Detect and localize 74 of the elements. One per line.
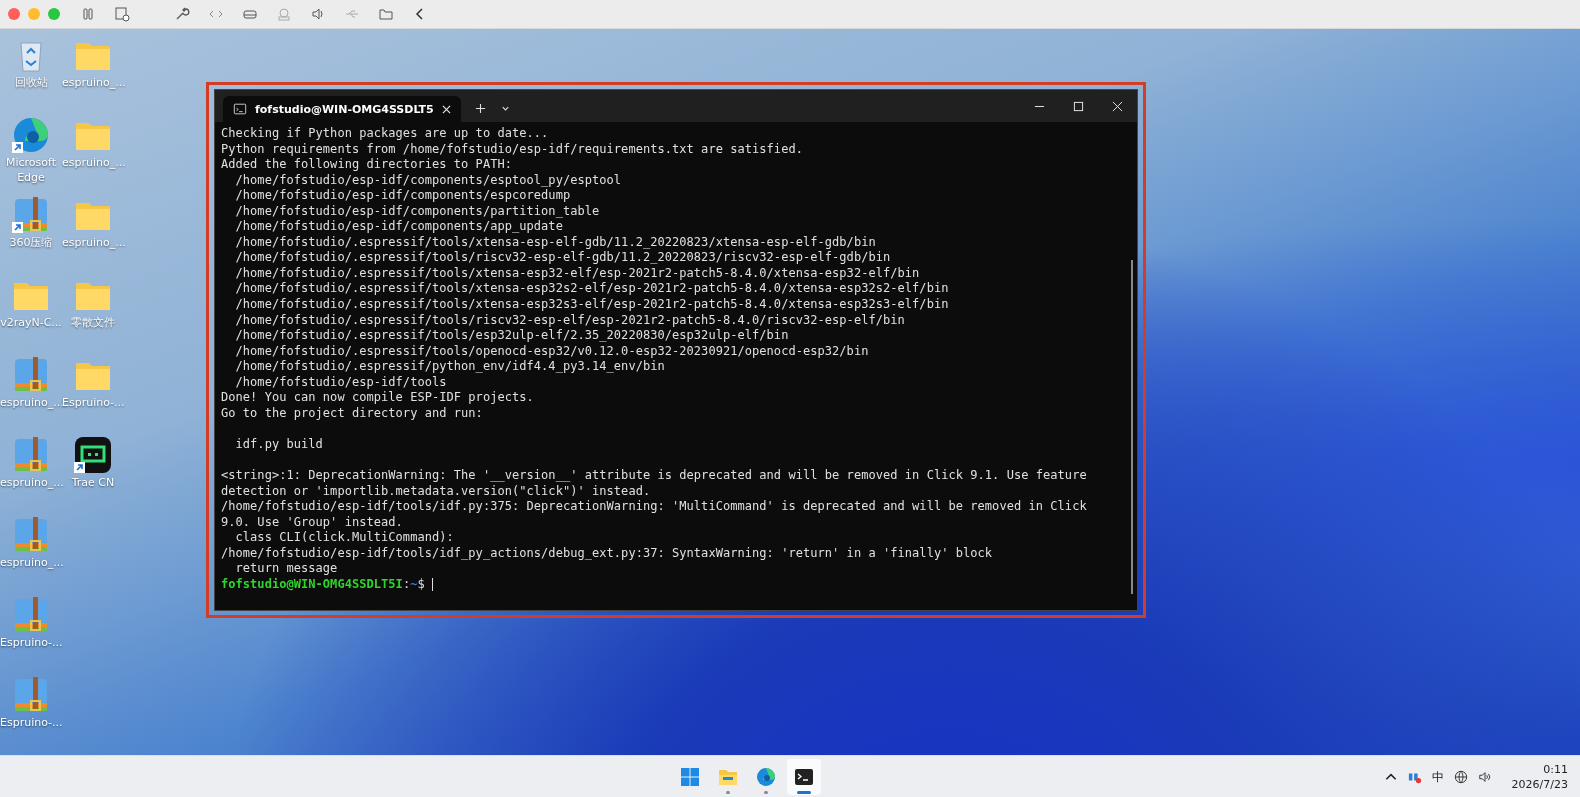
terminal-line: /home/fofstudio/.espressif/tools/xtensa-esp-elf-gdb/11.2_20220823/xtensa-esp-elf-gdb/bin bbox=[234, 234, 877, 251]
maximize-icon[interactable] bbox=[1073, 101, 1084, 112]
terminal-line: /home/fofstudio/.espressif/tools/riscv32-esp-elf/esp-2021r2-patch5-8.4.0/riscv32-esp-elf/bin bbox=[234, 312, 906, 329]
desktop-icon-label: espruino_... bbox=[62, 235, 124, 250]
terminal-line: /home/fofstudio/.espressif/tools/xtensa-esp32-elf/esp-2021r2-patch5-8.4.0/xtensa-esp32-elf/bin bbox=[234, 265, 921, 282]
prompt-user: fofstudio@WIN-OMG4SSDLT5I bbox=[221, 576, 403, 593]
desktop-icon-label: 零散文件 bbox=[70, 315, 116, 330]
prompt-path: ~ bbox=[410, 576, 418, 593]
app-icon[interactable] bbox=[73, 435, 113, 475]
browser-icon bbox=[755, 767, 776, 787]
terminal-icon bbox=[233, 102, 247, 116]
desktop-icon-label: Espruino-... bbox=[62, 395, 124, 410]
terminal-line: idf.py build bbox=[234, 436, 324, 453]
terminal-line: class CLI(click.MultiCommand): bbox=[234, 530, 455, 546]
windows-logo-icon bbox=[679, 767, 700, 787]
taskbar-app[interactable] bbox=[786, 759, 821, 795]
pause-icon[interactable] bbox=[80, 6, 96, 22]
terminal-line: return message bbox=[234, 561, 339, 577]
close-icon[interactable] bbox=[441, 104, 451, 114]
desktop-icon-label: espruino_... bbox=[62, 155, 124, 170]
wrench-icon[interactable] bbox=[174, 6, 190, 22]
terminal-line: /home/fofstudio/.espressif/tools/xtensa-esp32s2-elf/esp-2021r2-patch5-8.4.0/xtensa-esp32s2-elf/bin bbox=[234, 281, 950, 297]
terminal-line: /home/fofstudio/esp-idf/tools/idf.py:375: DeprecationWarning: 'MultiCommand' is deprecated and will be removed in Click bbox=[221, 499, 1088, 515]
terminal-tab[interactable]: fofstudio@WIN-OMG4SSDLT5 bbox=[223, 96, 461, 122]
speaker-icon[interactable] bbox=[310, 6, 326, 22]
desktop-icon-label: 360压缩 bbox=[8, 235, 54, 250]
folder-icon bbox=[717, 767, 738, 787]
snapshot-icon[interactable] bbox=[114, 6, 130, 22]
desktop-icon-label: Espruino-... bbox=[0, 635, 62, 650]
clock-date: 2026/7/23 bbox=[1511, 777, 1568, 792]
browser-icon[interactable] bbox=[11, 115, 51, 155]
terminal-line: /home/fofstudio/.espressif/tools/riscv32-esp-elf-gdb/11.2_20220823/riscv32-esp-elf-gdb/bin bbox=[234, 250, 892, 266]
desktop-icon-label: espruino_... bbox=[0, 555, 62, 570]
prompt-separator: : bbox=[402, 576, 411, 593]
terminal-line: /home/fofstudio/esp-idf/components/app_update bbox=[234, 219, 564, 235]
clock-time: 0:11 bbox=[1543, 762, 1568, 777]
zoom-button[interactable] bbox=[48, 8, 60, 20]
terminal-line: Go to the project directory and run: bbox=[221, 405, 484, 422]
desktop-icon-label: espruino_... bbox=[0, 395, 62, 410]
terminal-line: Added the following directories to PATH: bbox=[221, 157, 513, 173]
desktop-icon-label: v2rayN-C... bbox=[0, 315, 62, 330]
desktop-icon-label: espruino_... bbox=[0, 475, 62, 490]
terminal-line: <string>:1: DeprecationWarning: The '__version__' attribute is deprecated and will be removed in Click 9.1. Use feature bbox=[221, 468, 1088, 484]
terminal-line: Done! You can now compile ESP-IDF projects. bbox=[221, 390, 535, 406]
close-button[interactable] bbox=[8, 8, 20, 20]
desktop-icon-label: Espruino-... bbox=[0, 715, 62, 730]
prompt-symbol: $ bbox=[417, 576, 425, 593]
globe-icon[interactable] bbox=[1453, 770, 1468, 784]
terminal-icon bbox=[793, 767, 814, 787]
terminal-line: /home/fofstudio/esp-idf/tools/idf_py_actions/debug_ext.py:37: SyntaxWarning: 'return' in a 'finally' block bbox=[221, 545, 994, 562]
desktop-icon-label: Trae CN bbox=[70, 475, 116, 490]
terminal-line: 9.0. Use 'Group' instead. bbox=[221, 514, 404, 531]
desktop-icon-label: 回收站 bbox=[13, 75, 49, 90]
speaker-icon[interactable] bbox=[1477, 770, 1492, 784]
scrollbar[interactable] bbox=[1131, 260, 1133, 594]
input-method-indicator[interactable]: 中 bbox=[1431, 768, 1444, 786]
camera-icon[interactable] bbox=[276, 6, 292, 22]
terminal-line: /home/fofstudio/esp-idf/components/esptool_py/esptool bbox=[234, 172, 623, 189]
terminal-line: /home/fofstudio/.espressif/tools/esp32ulp-elf/2.35_20220830/esp32ulp-elf/bin bbox=[234, 328, 790, 344]
new-tab-icon[interactable] bbox=[474, 103, 486, 114]
terminal-line: /home/fofstudio/.espressif/tools/xtensa-esp32s3-elf/esp-2021r2-patch5-8.4.0/xtensa-esp32s3-elf/bin bbox=[234, 297, 950, 313]
text-cursor bbox=[431, 578, 433, 592]
terminal-line: /home/fofstudio/esp-idf/components/espcoredump bbox=[234, 188, 572, 204]
terminal-line: /home/fofstudio/esp-idf/tools bbox=[234, 374, 448, 391]
terminal-line: Python requirements from /home/fofstudio/esp-idf/requirements.txt are satisfied. bbox=[221, 141, 804, 158]
terminal-line: /home/fofstudio/esp-idf/components/partition_table bbox=[234, 203, 601, 220]
desktop-icon-label: espruino_... bbox=[62, 75, 124, 90]
terminal-line: Checking if Python packages are up to date... bbox=[221, 126, 550, 142]
terminal-line: detection or 'importlib.metadata.version("click")' instead. bbox=[221, 483, 652, 500]
terminal-line: /home/fofstudio/.espressif/tools/openocd-esp32/v0.12.0-esp32-20230921/openocd-esp32/bin bbox=[234, 343, 870, 360]
desktop-icon-label: Microsoft Edge bbox=[4, 155, 58, 185]
folder-icon[interactable] bbox=[378, 6, 394, 22]
terminal-line: /home/fofstudio/.espressif/python_env/idf4.4_py3.14_env/bin bbox=[234, 359, 666, 375]
close-icon[interactable] bbox=[1112, 101, 1123, 112]
